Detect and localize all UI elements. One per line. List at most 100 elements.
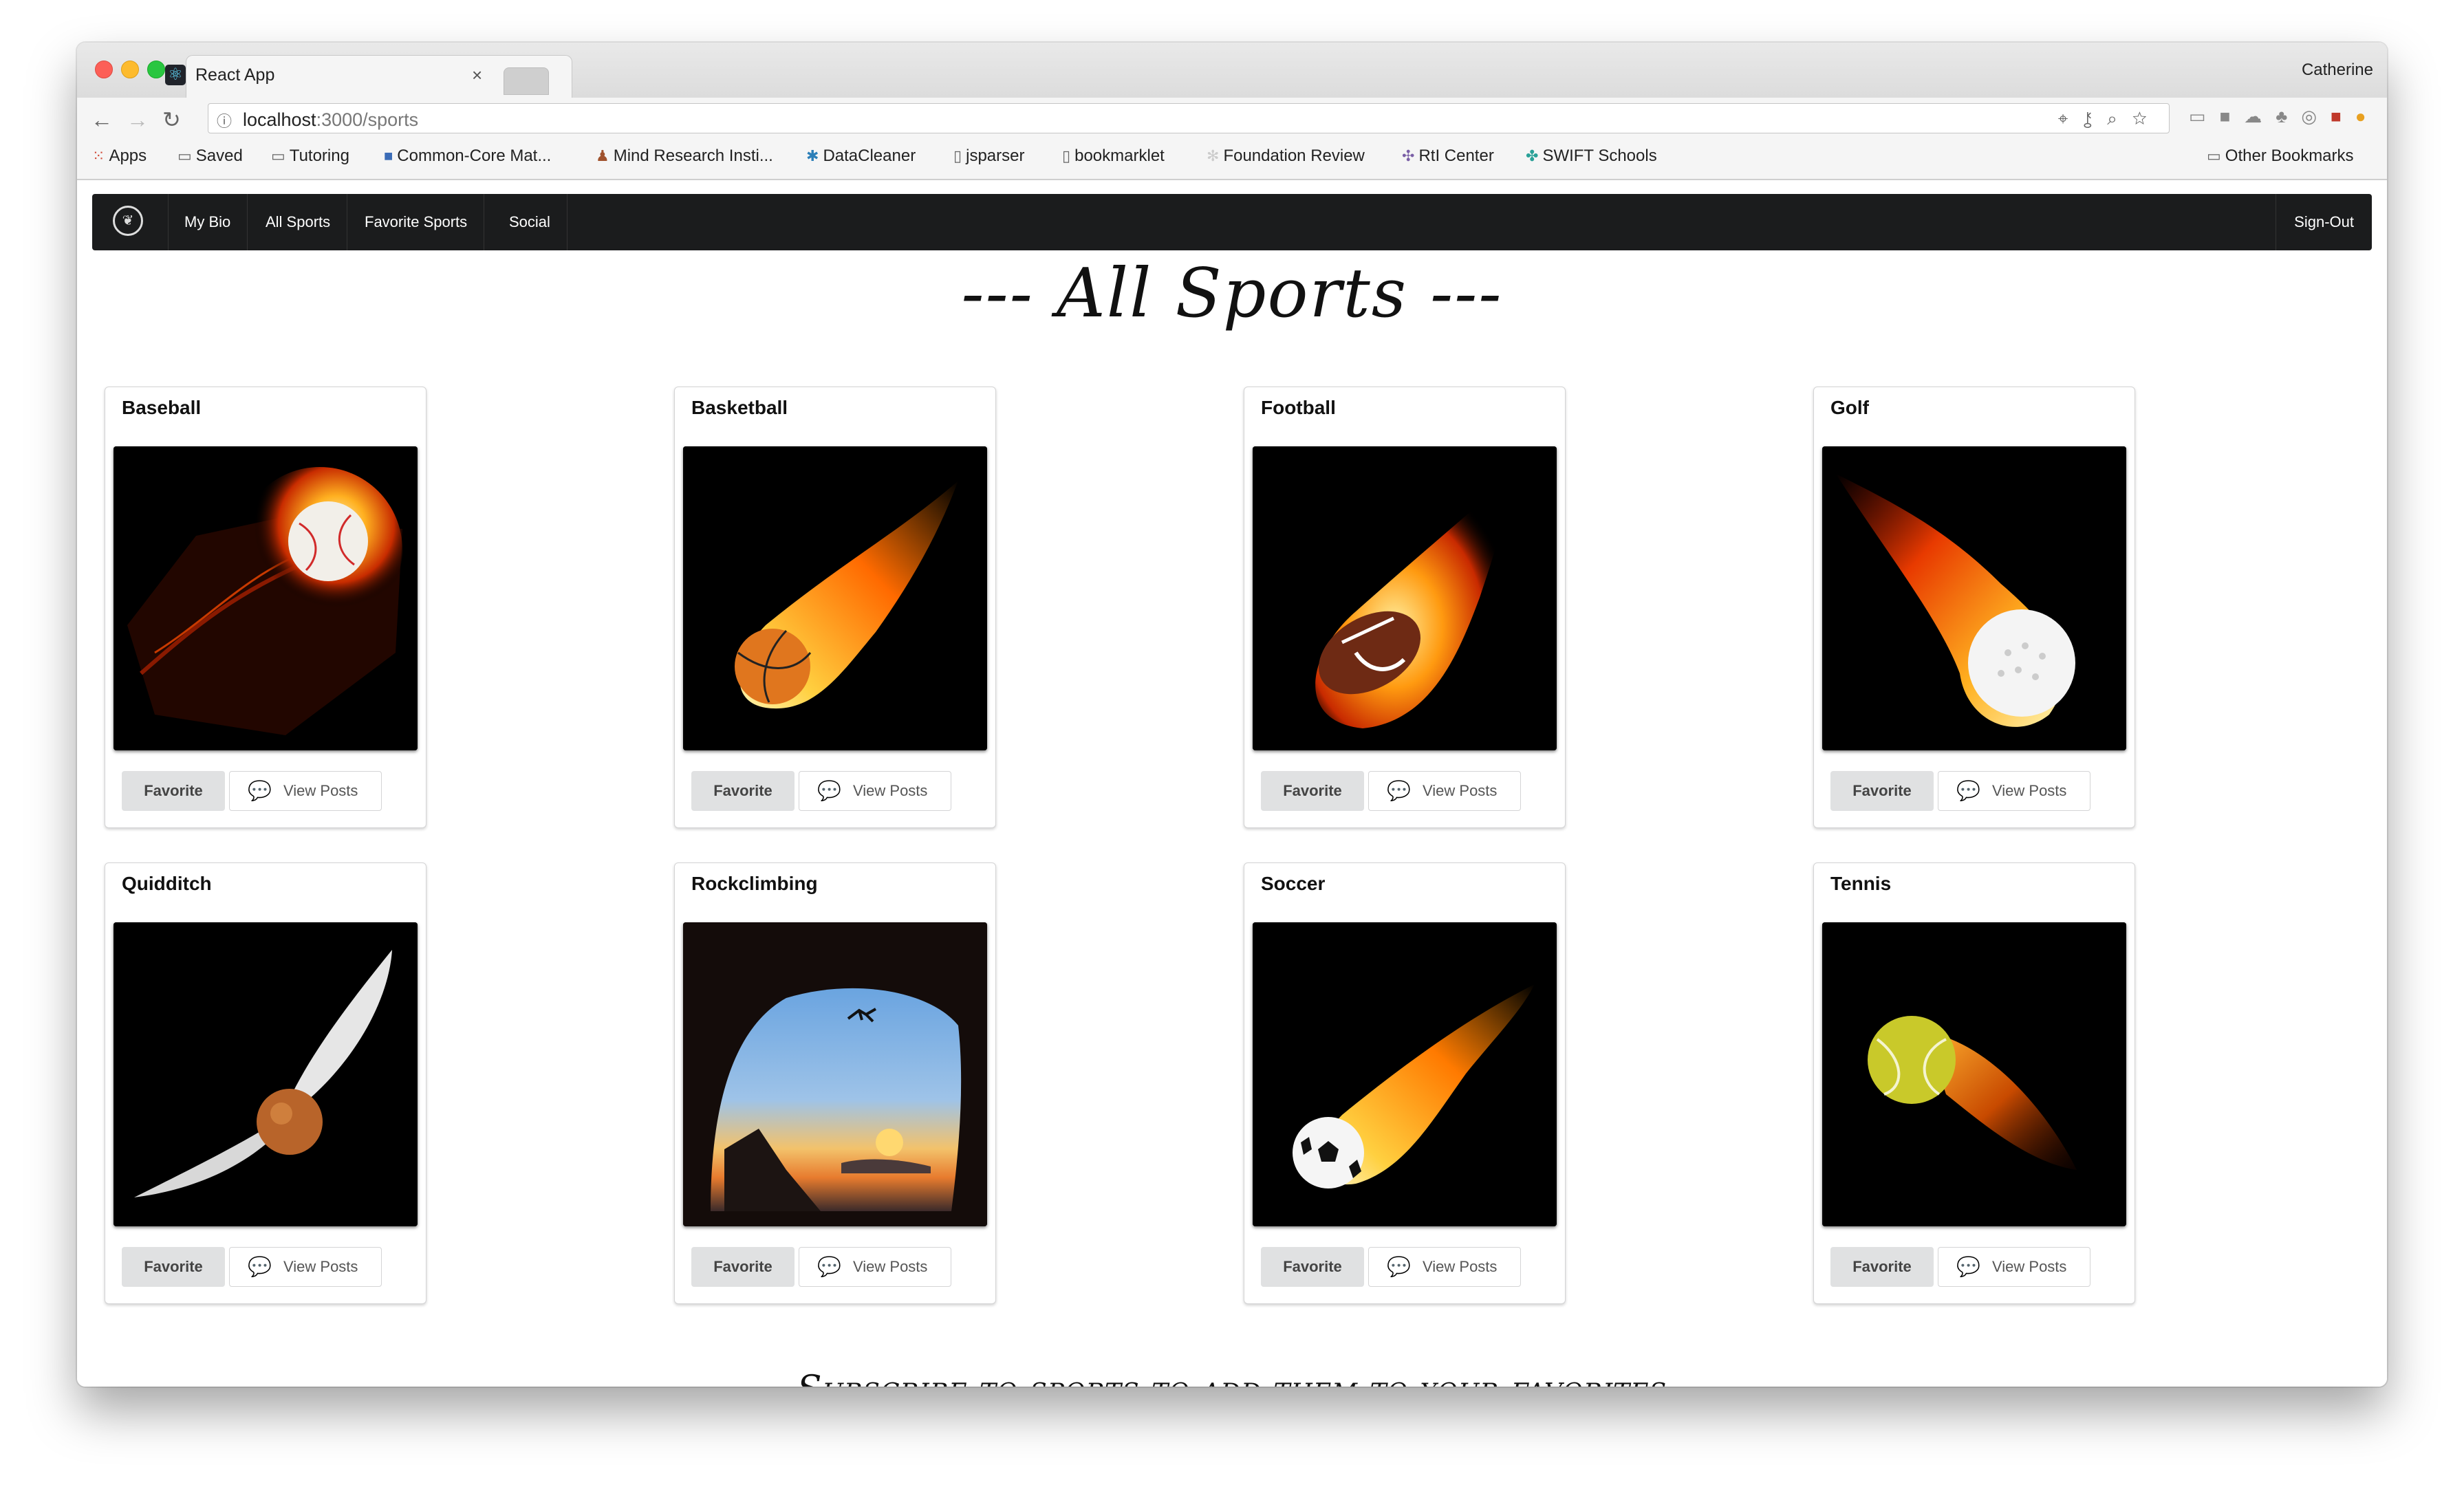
bookmark-label: jsparser: [966, 146, 1025, 165]
nav-favorite-sports[interactable]: Favorite Sports: [348, 194, 485, 250]
extension-blank-icon[interactable]: ▭: [2189, 106, 2220, 127]
favorite-button[interactable]: Favorite: [1261, 771, 1364, 811]
bookmark-label: SWIFT Schools: [1542, 146, 1657, 165]
bookmark-label: Common-Core Mat...: [397, 146, 552, 165]
chat-bubble-icon: 💬: [248, 1256, 272, 1277]
zoom-icon[interactable]: ⌕: [2107, 108, 2132, 129]
bookmark-label: DataCleaner: [823, 146, 916, 165]
minimize-window-button[interactable]: [121, 61, 139, 78]
sport-card-basketball: Basketball Favorite 💬 View Posts: [674, 387, 996, 828]
sport-name: Rockclimbing: [691, 873, 818, 894]
info-icon[interactable]: ⓘ: [217, 109, 232, 131]
bookmark-jsparser[interactable]: ▯ jsparser: [953, 146, 1024, 166]
bookmark-label: Tutoring: [289, 146, 349, 165]
bookmark-label: Saved: [195, 146, 243, 165]
tab-close-icon[interactable]: ×: [472, 65, 482, 85]
browser-toolbar: ← → ↻ ⓘ localhost:3000/sports ⌖⚷⌕☆ ▭■☁♣◎…: [77, 98, 2387, 180]
bookmark-star-icon[interactable]: ☆: [2132, 108, 2162, 129]
profile-name[interactable]: Catherine: [2302, 61, 2373, 80]
nav-my-bio[interactable]: My Bio: [168, 194, 248, 250]
extension-red-icon[interactable]: ■: [2331, 106, 2355, 127]
view-posts-label: View Posts: [1423, 782, 1498, 799]
url-host: localhost: [243, 109, 316, 130]
sport-name: Football: [1261, 397, 1336, 418]
forward-arrow-icon[interactable]: →: [127, 105, 149, 135]
bookmark-foundation-review[interactable]: ✻ Foundation Review: [1207, 146, 1365, 166]
extension-square-icon[interactable]: ■: [2220, 106, 2245, 127]
extension-circle-icon[interactable]: ◎: [2301, 106, 2331, 127]
star-burst-icon: ✱: [806, 147, 819, 164]
bookmark-swift-schools[interactable]: ✤ SWIFT Schools: [1526, 146, 1657, 166]
folder-icon: ▭: [2207, 147, 2221, 164]
title-bar: ⚛ React App × Catherine: [77, 43, 2387, 98]
sport-image-baseball: [114, 446, 418, 750]
extension-cloud-icon[interactable]: ☁: [2244, 106, 2276, 127]
reload-icon[interactable]: ↻: [162, 105, 181, 135]
chat-bubble-icon: 💬: [1956, 1256, 1980, 1277]
view-posts-label: View Posts: [1992, 782, 2067, 799]
sport-name: Quidditch: [122, 873, 212, 894]
chat-bubble-icon: 💬: [1387, 780, 1411, 801]
bookmark-datacleaner[interactable]: ✱ DataCleaner: [806, 146, 916, 166]
chat-bubble-icon: 💬: [817, 780, 841, 801]
view-posts-label: View Posts: [1423, 1258, 1498, 1275]
view-posts-button[interactable]: 💬 View Posts: [1368, 1247, 1521, 1287]
view-posts-label: View Posts: [1992, 1258, 2067, 1275]
site-icon: ✣: [1402, 147, 1415, 164]
favorite-button[interactable]: Favorite: [122, 771, 225, 811]
omnibox-icons: ⌖⚷⌕☆: [2058, 108, 2162, 130]
sport-card-golf: Golf Favorite 💬 View Posts: [1813, 387, 2135, 828]
view-posts-label: View Posts: [283, 782, 358, 799]
favorite-button[interactable]: Favorite: [1261, 1247, 1364, 1287]
view-posts-button[interactable]: 💬 View Posts: [229, 771, 382, 811]
favorite-button[interactable]: Favorite: [122, 1247, 225, 1287]
view-posts-button[interactable]: 💬 View Posts: [799, 1247, 951, 1287]
bookmark-common-core[interactable]: ■ Common-Core Mat...: [384, 146, 551, 166]
new-tab-button[interactable]: [504, 67, 549, 95]
bookmark-other-bookmarks[interactable]: ▭ Other Bookmarks: [2207, 146, 2354, 166]
address-bar[interactable]: ⓘ localhost:3000/sports ⌖⚷⌕☆: [208, 103, 2170, 133]
bookmark-apps[interactable]: ⁙ Apps: [92, 146, 147, 166]
bookmark-tutoring[interactable]: ▭ Tutoring: [271, 146, 349, 166]
url-text[interactable]: localhost:3000/sports: [243, 109, 418, 131]
bookmark-label: RtI Center: [1418, 146, 1494, 165]
view-posts-label: View Posts: [853, 1258, 928, 1275]
sport-name: Golf: [1830, 397, 1869, 418]
bookmark-saved[interactable]: ▭ Saved: [177, 146, 243, 166]
sport-card-baseball: Baseball Favorite 💬 View Posts: [105, 387, 426, 828]
view-posts-button[interactable]: 💬 View Posts: [799, 771, 951, 811]
react-icon: ⚛: [165, 65, 186, 85]
back-arrow-icon[interactable]: ←: [91, 105, 113, 135]
bookmark-rti-center[interactable]: ✣ RtI Center: [1402, 146, 1494, 166]
warning-icon[interactable]: ●: [2355, 106, 2380, 127]
bookmark-bookmarklet[interactable]: ▯ bookmarklet: [1062, 146, 1165, 166]
key-icon[interactable]: ⚷: [2083, 108, 2107, 129]
view-posts-button[interactable]: 💬 View Posts: [1938, 771, 2090, 811]
location-icon[interactable]: ⌖: [2058, 108, 2084, 129]
sport-image-quidditch: [114, 922, 418, 1226]
page-icon: ▯: [953, 147, 962, 164]
bookmark-label: Foundation Review: [1223, 146, 1365, 165]
nav-social[interactable]: Social: [493, 194, 568, 250]
favorite-button[interactable]: Favorite: [1830, 1247, 1934, 1287]
view-posts-button[interactable]: 💬 View Posts: [229, 1247, 382, 1287]
view-posts-button[interactable]: 💬 View Posts: [1938, 1247, 2090, 1287]
home-logo[interactable]: ❦: [92, 194, 169, 250]
evernote-icon[interactable]: ♣: [2276, 106, 2301, 127]
page-icon: ▯: [1062, 147, 1071, 164]
nav-all-sports[interactable]: All Sports: [249, 194, 348, 250]
sign-out-button[interactable]: Sign-Out: [2276, 194, 2372, 250]
site-icon: ■: [384, 147, 393, 164]
view-posts-button[interactable]: 💬 View Posts: [1368, 771, 1521, 811]
sport-card-football: Football Favorite 💬 View Posts: [1244, 387, 1566, 828]
favorite-button[interactable]: Favorite: [1830, 771, 1934, 811]
sport-image-soccer: [1253, 922, 1557, 1226]
sport-image-tennis: [1822, 922, 2126, 1226]
tab-title: React App: [195, 65, 275, 85]
maximize-window-button[interactable]: [147, 61, 165, 78]
favorite-button[interactable]: Favorite: [691, 1247, 795, 1287]
close-window-button[interactable]: [95, 61, 113, 78]
favorite-button[interactable]: Favorite: [691, 771, 795, 811]
sport-name: Soccer: [1261, 873, 1326, 894]
bookmark-mind-research[interactable]: ♟ Mind Research Insti...: [596, 146, 773, 166]
